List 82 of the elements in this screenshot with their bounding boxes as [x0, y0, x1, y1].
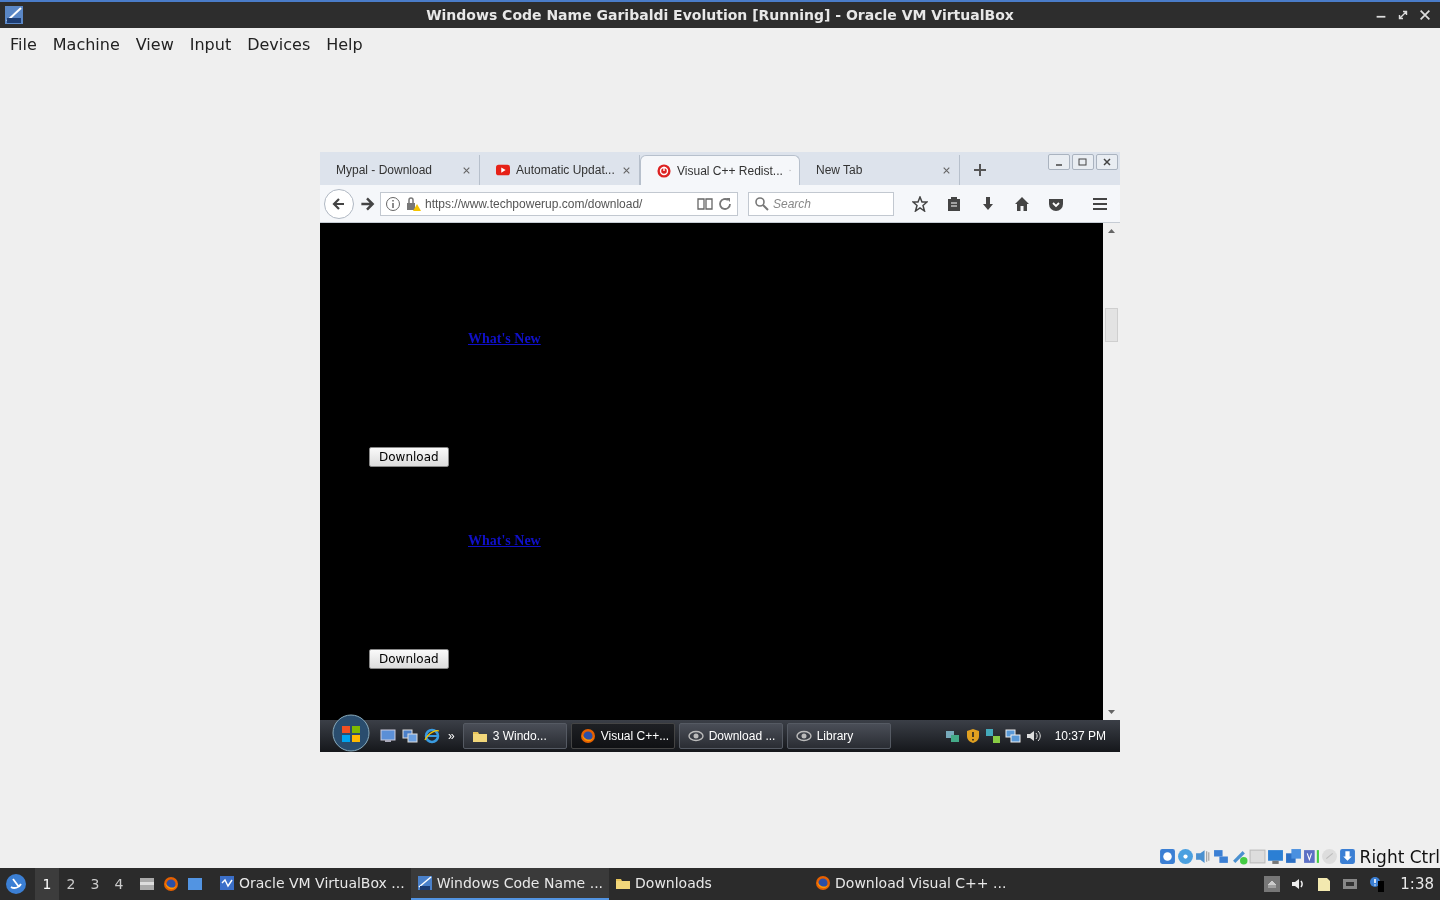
- video-icon: [496, 163, 510, 177]
- menu-item[interactable]: File: [2, 34, 45, 54]
- network-icon[interactable]: [1212, 848, 1230, 865]
- scrollbar[interactable]: [1103, 223, 1120, 720]
- arrow-left-icon: [331, 195, 347, 212]
- home-icon[interactable]: [1014, 195, 1030, 212]
- workspace-button[interactable]: 1: [35, 868, 59, 900]
- workspace-button[interactable]: 4: [107, 868, 131, 900]
- download-button[interactable]: Download: [369, 447, 449, 467]
- taskbar-button[interactable]: Download ...: [678, 723, 783, 749]
- speaker-icon[interactable]: [1024, 728, 1041, 744]
- clock[interactable]: 1:38: [1400, 875, 1434, 893]
- window-icon: [219, 875, 235, 891]
- window-title: Windows Code Name Garibaldi Evolution [Running] - Oracle VM VirtualBox: [426, 7, 1014, 23]
- power-icon: [657, 163, 671, 178]
- taskbar-button[interactable]: 3 Windo...: [462, 723, 567, 749]
- clipboard-icon[interactable]: [946, 195, 962, 212]
- search-icon: [754, 195, 770, 212]
- firefox-icon: [579, 728, 596, 744]
- firefox-icon: [163, 876, 179, 892]
- taskbar-button[interactable]: Download Visual C++ ...: [809, 868, 1013, 900]
- menu-icon[interactable]: [1092, 195, 1108, 212]
- windows-icon[interactable]: [1284, 848, 1302, 865]
- workspace-button[interactable]: 3: [83, 868, 107, 900]
- menu-item[interactable]: Help: [318, 34, 371, 54]
- clock[interactable]: 10:37 PM: [1054, 729, 1106, 743]
- window-icon: [416, 875, 433, 891]
- menu-item[interactable]: Devices: [239, 34, 319, 54]
- eject-icon[interactable]: [1264, 876, 1281, 892]
- menu-logo-icon[interactable]: [5, 873, 27, 895]
- plus-icon[interactable]: [972, 162, 988, 178]
- usb-icon[interactable]: [1230, 848, 1248, 865]
- audio-icon[interactable]: [1194, 848, 1212, 865]
- overflow-button[interactable]: »: [448, 729, 455, 743]
- scroll-down-icon[interactable]: [1107, 708, 1116, 717]
- taskbar-button[interactable]: Visual C++...: [570, 723, 675, 749]
- display-icon[interactable]: [1266, 848, 1284, 865]
- info-icon[interactable]: [385, 195, 401, 212]
- taskbar-button[interactable]: Oracle VM VirtualBox ...: [213, 868, 411, 900]
- monitor-icon[interactable]: [984, 728, 1001, 744]
- arrow-down-icon[interactable]: [1338, 848, 1356, 865]
- firefox-icon: [815, 875, 832, 891]
- desktop-icon[interactable]: [187, 876, 203, 892]
- close-button[interactable]: [1418, 8, 1432, 22]
- globe-icon: [795, 728, 812, 744]
- search-field[interactable]: Search: [748, 191, 894, 216]
- download-button[interactable]: Download: [369, 649, 449, 669]
- shield-icon[interactable]: [964, 728, 981, 744]
- disc-icon[interactable]: [1176, 848, 1194, 865]
- browser-e-icon[interactable]: [424, 728, 440, 744]
- menu-item[interactable]: Machine: [44, 34, 128, 54]
- book-icon[interactable]: [697, 195, 713, 212]
- reload-icon[interactable]: [717, 195, 733, 212]
- scroll-up-icon[interactable]: [1107, 226, 1116, 235]
- globe-icon: [687, 728, 704, 744]
- back-button[interactable]: [324, 188, 354, 219]
- network-icon[interactable]: [1342, 876, 1359, 892]
- menu-item[interactable]: View: [127, 34, 182, 54]
- lock-warning-icon[interactable]: [405, 195, 421, 212]
- app-icon: [4, 5, 24, 25]
- address-bar[interactable]: https://www.techpowerup.com/download/: [380, 191, 738, 216]
- close-button[interactable]: [1096, 154, 1118, 170]
- chip-icon[interactable]: [1302, 848, 1320, 865]
- computers-icon[interactable]: [1004, 728, 1021, 744]
- taskbar-button[interactable]: Downloads: [609, 868, 810, 900]
- file-manager-icon[interactable]: [139, 876, 155, 892]
- windows-icon[interactable]: [402, 728, 418, 744]
- taskbar-button[interactable]: Library: [786, 723, 891, 749]
- menu-item[interactable]: Input: [181, 34, 240, 54]
- scroll-thumb[interactable]: [1105, 308, 1118, 342]
- browser-tab[interactable]: Visual C++ Redist...: [640, 155, 800, 185]
- host-key-label: Right Ctrl: [1359, 846, 1440, 867]
- download-icon[interactable]: [980, 195, 996, 212]
- star-icon[interactable]: [912, 195, 928, 212]
- taskbar-button[interactable]: Windows Code Name ...: [410, 868, 610, 900]
- restore-button[interactable]: [1396, 8, 1410, 22]
- notes-icon[interactable]: [1316, 876, 1333, 892]
- desktop-icon[interactable]: [380, 728, 396, 744]
- workspace-button[interactable]: 2: [59, 868, 83, 900]
- network-icon[interactable]: [944, 728, 961, 744]
- alert-icon[interactable]: [1368, 876, 1385, 892]
- start-button[interactable]: [332, 714, 370, 752]
